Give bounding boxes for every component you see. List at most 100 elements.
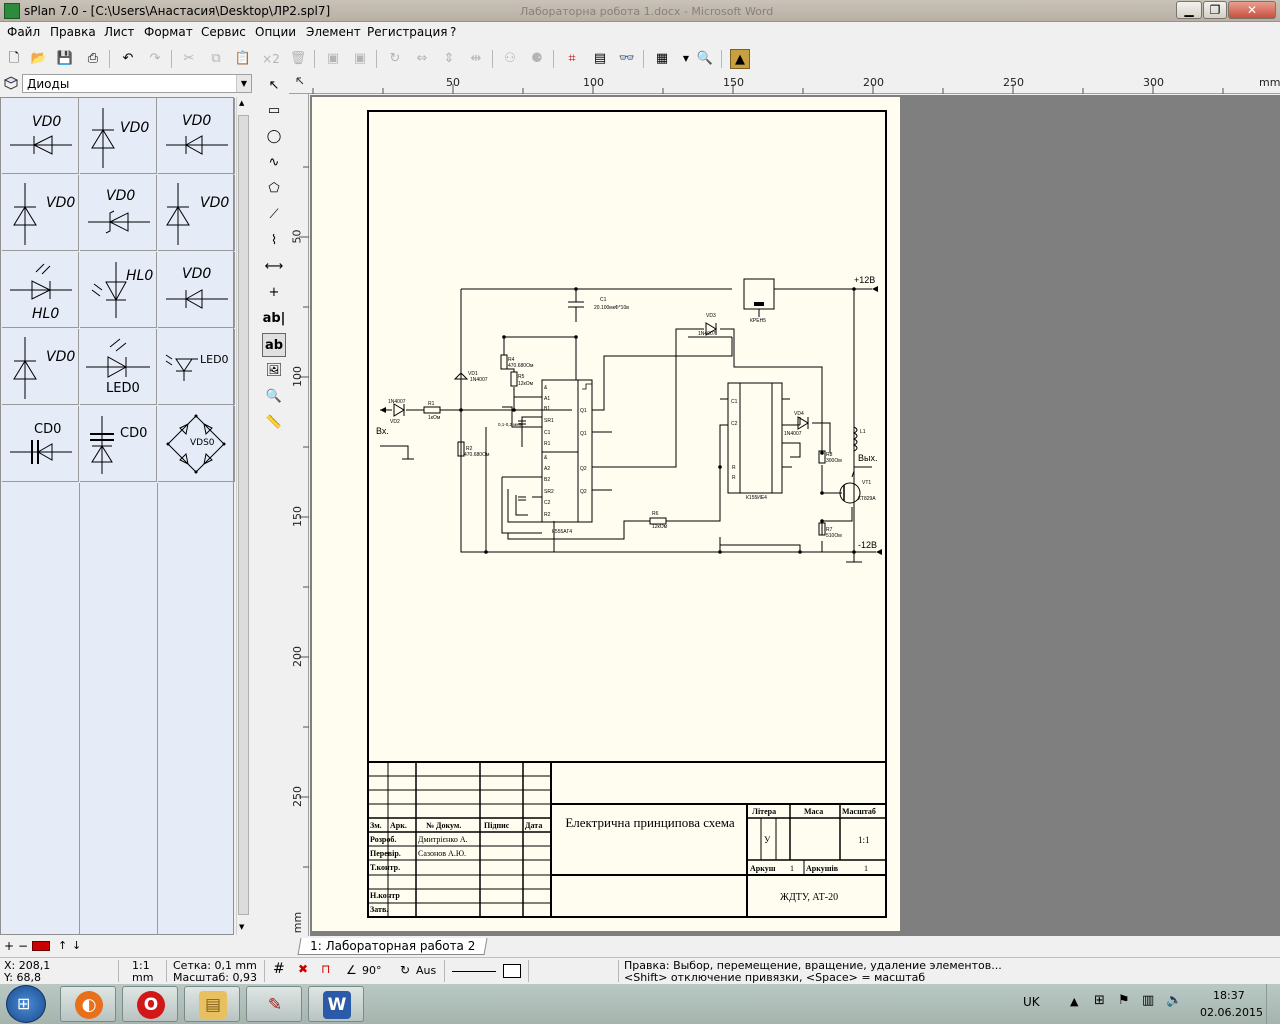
scroll-down-icon[interactable]: ▼: [239, 923, 244, 931]
menu-sheet[interactable]: Лист: [104, 25, 134, 39]
lib-led-vertical[interactable]: HL0: [80, 252, 157, 328]
delete-icon[interactable]: 🗑: [288, 49, 308, 69]
freehand-icon[interactable]: ∿: [262, 151, 286, 175]
library-scrollbar[interactable]: ▲ ▼: [236, 97, 250, 935]
menu-element[interactable]: Элемент: [306, 25, 361, 39]
grid-icon[interactable]: ▦: [652, 49, 672, 69]
dimension-icon[interactable]: ⟷: [262, 255, 286, 279]
rotate-icon[interactable]: ↻: [385, 49, 405, 69]
image-icon[interactable]: 🖼: [262, 359, 286, 383]
library-edit-icon[interactable]: [32, 941, 50, 951]
mirror-v-icon[interactable]: ⇕: [439, 49, 459, 69]
select-pointer-icon[interactable]: ↖: [262, 74, 286, 98]
lib-diode-vertical-up-4[interactable]: VD0: [2, 329, 79, 405]
search-binoculars-icon[interactable]: 👓: [617, 49, 637, 69]
magnifier-icon[interactable]: 🔍: [262, 385, 286, 409]
duplicate-button[interactable]: ×2: [261, 49, 281, 69]
lib-diode-vertical-up[interactable]: VD0: [80, 98, 157, 174]
paste-icon[interactable]: 📋: [233, 49, 253, 69]
remove-icon[interactable]: −: [18, 939, 28, 953]
rectangle-icon[interactable]: ▭: [262, 99, 286, 123]
start-button[interactable]: ⊞: [6, 985, 46, 1023]
menu-file[interactable]: Файл: [7, 25, 40, 39]
action-center-icon[interactable]: ⚑: [1118, 993, 1130, 1008]
menu-service[interactable]: Сервис: [201, 25, 246, 39]
print-icon[interactable]: ⎙: [83, 49, 103, 69]
taskbar-opera[interactable]: O: [122, 986, 178, 1022]
clock-date[interactable]: 02.06.2015: [1200, 1006, 1263, 1019]
layers-icon[interactable]: ▲: [730, 49, 750, 69]
lib-led-large[interactable]: LED0: [80, 329, 157, 405]
zoom-icon[interactable]: 🔍: [695, 49, 715, 69]
lib-zener-diode[interactable]: VD0: [80, 175, 157, 251]
close-button[interactable]: ✕: [1228, 1, 1276, 19]
scrollbar-thumb[interactable]: [238, 115, 249, 915]
new-file-icon[interactable]: 🗋: [4, 49, 24, 69]
status-aus[interactable]: Aus: [416, 965, 436, 977]
minimize-button[interactable]: ▁: [1176, 1, 1202, 19]
undo-icon[interactable]: ↶: [118, 49, 138, 69]
to-front-icon[interactable]: ▣: [323, 49, 343, 69]
open-folder-icon[interactable]: 📂: [29, 49, 49, 69]
network-icon[interactable]: ▥: [1142, 993, 1154, 1008]
line-style-preview[interactable]: [452, 971, 496, 972]
lib-diode-vertical-up-3[interactable]: VD0: [158, 175, 235, 251]
magnet-icon[interactable]: ⊓: [321, 963, 330, 975]
clock-time[interactable]: 18:37: [1213, 989, 1245, 1002]
junction-icon[interactable]: +: [262, 281, 286, 305]
drawing-canvas[interactable]: +12В -12В Вх. Вых. К555АГ4 К155ИЕ4 КРЕН5…: [310, 95, 1280, 936]
menu-registration[interactable]: Регистрация: [367, 25, 447, 39]
taskbar-explorer[interactable]: ▤: [184, 986, 240, 1022]
rotate-mode-icon[interactable]: ↻: [400, 964, 410, 976]
scroll-up-icon[interactable]: ▲: [239, 99, 244, 107]
ellipse-icon[interactable]: ◯: [262, 125, 286, 149]
line-icon[interactable]: ⟋: [262, 203, 286, 227]
align-icon[interactable]: ⇹: [466, 49, 486, 69]
group-icon[interactable]: ⚇: [500, 49, 520, 69]
arrow-up-icon[interactable]: ↑: [58, 939, 67, 952]
arrow-down-icon[interactable]: ↓: [72, 939, 81, 952]
fill-style-preview[interactable]: [503, 964, 521, 978]
menu-options[interactable]: Опции: [255, 25, 296, 39]
copy-icon[interactable]: ⧉: [206, 49, 226, 69]
volume-icon[interactable]: 🔊: [1166, 993, 1182, 1008]
redo-icon[interactable]: ↷: [145, 49, 165, 69]
textbox-icon[interactable]: ab: [262, 333, 286, 357]
lib-diode-horizontal-left-2[interactable]: VD0: [158, 98, 235, 174]
polygon-icon[interactable]: ⬠: [262, 177, 286, 201]
ungroup-icon[interactable]: ⚈: [527, 49, 547, 69]
add-icon[interactable]: +: [4, 939, 14, 953]
windows-flag-icon[interactable]: ⊞: [1094, 993, 1105, 1008]
text-icon[interactable]: ab|: [262, 307, 286, 331]
taskbar-splan[interactable]: ✎: [246, 986, 302, 1022]
lib-diode-horizontal-left-3[interactable]: VD0: [158, 252, 235, 328]
cut-icon[interactable]: ✂: [179, 49, 199, 69]
save-icon[interactable]: 💾: [55, 49, 75, 69]
tray-expand-icon[interactable]: ▲: [1070, 995, 1078, 1008]
bezier-icon[interactable]: ⌇: [262, 229, 286, 253]
drawing-sheet[interactable]: +12В -12В Вх. Вых. К555АГ4 К155ИЕ4 КРЕН5…: [312, 97, 900, 931]
chevron-down-icon[interactable]: ▼: [236, 75, 251, 92]
mirror-h-icon[interactable]: ⇔: [412, 49, 432, 69]
library-select[interactable]: Диоды ▼: [22, 74, 252, 93]
snap-icon[interactable]: ✖: [298, 963, 308, 975]
to-back-icon[interactable]: ▣: [350, 49, 370, 69]
taskbar-firefox[interactable]: ◐: [60, 986, 116, 1022]
language-indicator[interactable]: UK: [1023, 995, 1040, 1009]
lib-diode-bridge[interactable]: VDS0: [158, 406, 235, 482]
tab-sheet-1[interactable]: 1: Лабораторная работа 2: [297, 938, 488, 955]
angle-icon[interactable]: ∠: [346, 964, 357, 976]
grid-toggle-icon[interactable]: #: [273, 962, 285, 976]
lib-capacitor-diode-horizontal[interactable]: CD0: [2, 406, 79, 482]
lib-capacitor-diode-vertical[interactable]: CD0: [80, 406, 157, 482]
lib-diode-horizontal-left[interactable]: VD0: [2, 98, 79, 174]
lib-diode-vertical-up-2[interactable]: VD0: [2, 175, 79, 251]
menu-edit[interactable]: Правка: [50, 25, 96, 39]
show-desktop-button[interactable]: [1266, 984, 1280, 1024]
taskbar-word[interactable]: W: [308, 986, 364, 1022]
maximize-button[interactable]: ❐: [1203, 1, 1227, 19]
status-angle[interactable]: 90°: [362, 965, 382, 977]
menu-format[interactable]: Формат: [144, 25, 193, 39]
lib-led-vertical-small[interactable]: LED0: [158, 329, 235, 405]
grid-dropdown-icon[interactable]: ▼: [676, 49, 696, 69]
